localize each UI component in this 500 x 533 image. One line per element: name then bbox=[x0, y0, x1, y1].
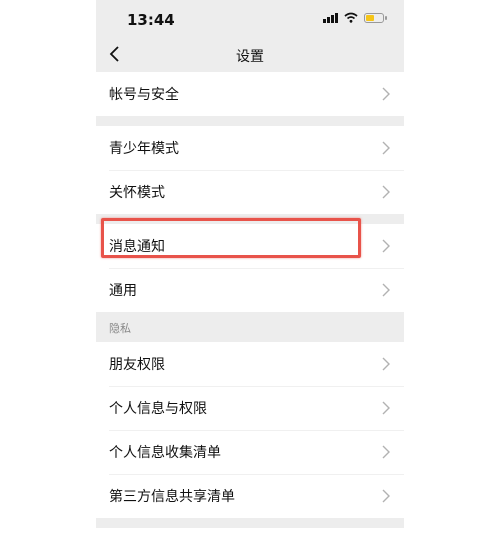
settings-item-label: 朋友权限 bbox=[109, 357, 165, 373]
wifi-icon bbox=[344, 12, 358, 23]
chevron-right-icon bbox=[382, 357, 390, 371]
group-divider bbox=[96, 518, 404, 528]
status-time: 13:44 bbox=[127, 11, 175, 29]
settings-item-label: 个人信息收集清单 bbox=[109, 445, 221, 461]
chevron-right-icon bbox=[382, 239, 390, 253]
settings-item-account-security[interactable]: 帐号与安全 bbox=[96, 72, 404, 116]
settings-item-label: 个人信息与权限 bbox=[109, 401, 207, 417]
section-label-privacy: 隐私 bbox=[96, 312, 404, 342]
settings-item-label: 通用 bbox=[109, 283, 137, 299]
settings-item-third-party-sharing[interactable]: 第三方信息共享清单 bbox=[96, 474, 404, 518]
group-divider bbox=[96, 116, 404, 126]
chevron-right-icon bbox=[382, 401, 390, 415]
battery-level bbox=[366, 14, 375, 21]
battery-icon bbox=[364, 12, 387, 23]
settings-item-care-mode[interactable]: 关怀模式 bbox=[96, 170, 404, 214]
settings-group-modes: 青少年模式 关怀模式 bbox=[96, 126, 404, 214]
chevron-right-icon bbox=[382, 283, 390, 297]
page-title: 设置 bbox=[236, 49, 264, 65]
status-bar: 13:44 bbox=[96, 0, 404, 38]
signal-icon bbox=[323, 12, 338, 23]
settings-item-label: 青少年模式 bbox=[109, 141, 179, 157]
settings-item-label: 关怀模式 bbox=[109, 185, 165, 201]
highlight-annotation-box bbox=[101, 218, 361, 258]
chevron-right-icon bbox=[382, 185, 390, 199]
settings-item-general[interactable]: 通用 bbox=[96, 268, 404, 312]
phone-screen: 13:44 设置 帐号与安全 青少年模式 关怀模式 消息通知 通用 隐私 朋友权… bbox=[96, 0, 404, 533]
settings-group-account: 帐号与安全 bbox=[96, 72, 404, 116]
chevron-right-icon bbox=[382, 445, 390, 459]
nav-bar: 设置 bbox=[96, 38, 404, 72]
settings-item-personal-info-permissions[interactable]: 个人信息与权限 bbox=[96, 386, 404, 430]
settings-group-privacy: 朋友权限 个人信息与权限 个人信息收集清单 第三方信息共享清单 bbox=[96, 342, 404, 518]
settings-item-label: 第三方信息共享清单 bbox=[109, 489, 235, 505]
settings-item-personal-info-collection[interactable]: 个人信息收集清单 bbox=[96, 430, 404, 474]
status-icons bbox=[323, 12, 387, 23]
chevron-right-icon bbox=[382, 87, 390, 101]
settings-group-partial bbox=[96, 528, 404, 533]
settings-item-teen-mode[interactable]: 青少年模式 bbox=[96, 126, 404, 170]
settings-item-friend-permissions[interactable]: 朋友权限 bbox=[96, 342, 404, 386]
chevron-right-icon bbox=[382, 141, 390, 155]
settings-item-label: 帐号与安全 bbox=[109, 87, 179, 103]
chevron-right-icon bbox=[382, 489, 390, 503]
